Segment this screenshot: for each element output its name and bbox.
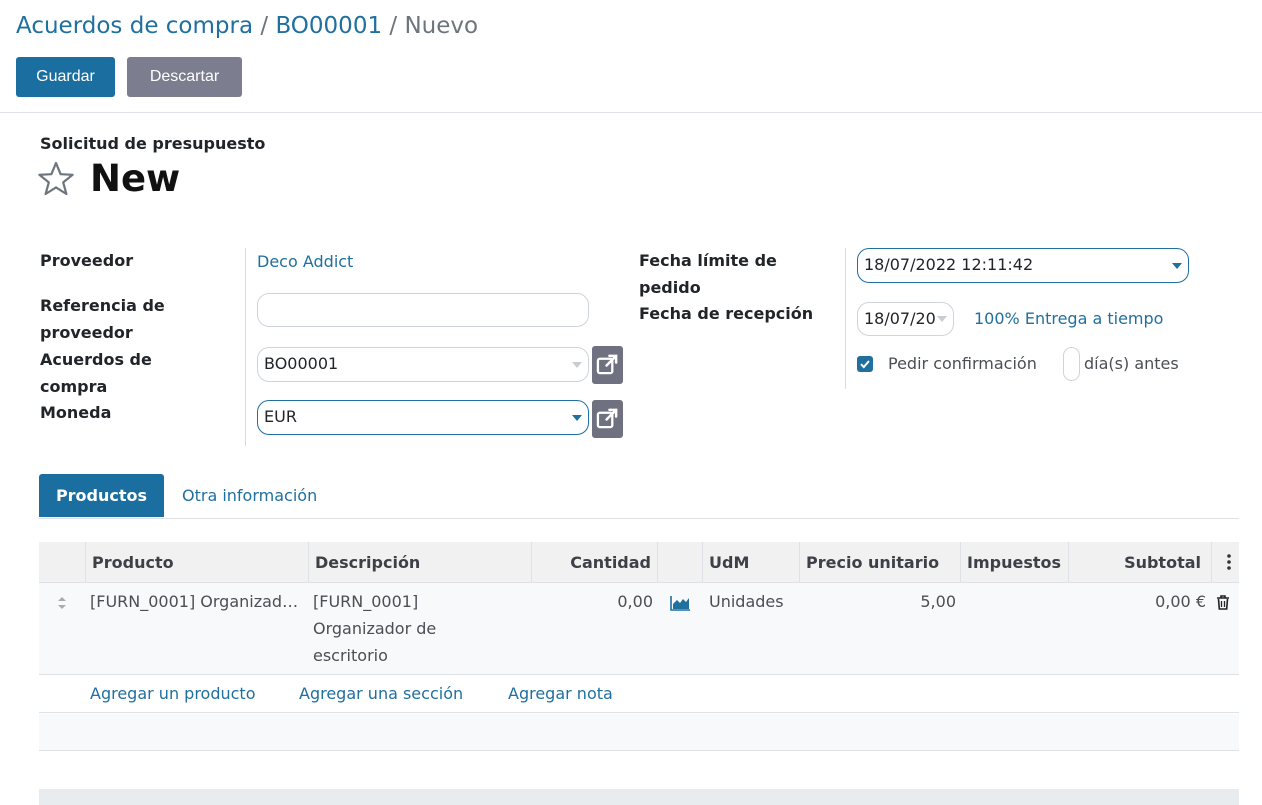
currency-select-value: EUR [264,407,297,426]
breadcrumb: Acuerdos de compra / BO00001 / Nuevo [16,10,478,42]
chevron-down-icon [1172,263,1182,269]
cell-quantity[interactable]: 0,00 [536,588,653,615]
breadcrumb-current: Nuevo [404,13,479,39]
star-icon[interactable] [38,161,74,197]
record-title: New [90,157,181,200]
vendor-ref-input[interactable] [257,293,589,327]
form-subtitle: Solicitud de presupuesto [40,134,266,153]
deadline-date-input[interactable]: 18/07/2022 12:11:42 [857,248,1189,283]
cell-description[interactable]: [FURN_0001] Organizador de escritorio [313,588,525,669]
cell-unit-price[interactable]: 5,00 [804,588,956,615]
cell-description-line: Organizador de [313,619,437,638]
trash-icon[interactable] [1216,595,1230,610]
check-icon [860,360,870,369]
header-uom[interactable]: UdM [703,542,800,583]
tab-underline [39,518,1239,519]
agreement-label-line2: compra [40,377,108,396]
chevron-down-icon [572,415,582,421]
cell-uom[interactable]: Unidades [709,588,799,615]
header-subtotal[interactable]: Subtotal [1069,542,1212,583]
agreement-external-link-button[interactable] [592,346,623,384]
label-separator [845,248,846,389]
drag-handle-icon[interactable] [57,595,67,611]
ask-confirmation-label: Pedir confirmación [888,354,1037,373]
header-taxes[interactable]: Impuestos [961,542,1069,583]
header-product[interactable]: Producto [86,542,309,583]
receipt-date-value: 18/07/20 [864,309,936,328]
breadcrumb-record-link[interactable]: BO00001 [275,13,382,39]
header-quantity[interactable]: Cantidad [532,542,658,583]
on-time-delivery-link[interactable]: 100% Entrega a tiempo [974,305,1163,332]
optional-columns-toggle[interactable] [1212,542,1239,583]
kebab-menu-icon [1227,554,1231,570]
ask-confirmation-checkbox[interactable] [857,356,873,372]
forecast-chart-icon[interactable] [670,595,691,611]
currency-external-link-button[interactable] [592,400,623,438]
table-footer [39,789,1239,805]
header-description[interactable]: Descripción [309,542,532,583]
breadcrumb-separator: / [389,13,398,39]
add-line-row: Agregar un producto Agregar una sección … [39,676,1239,713]
chevron-down-icon [937,316,947,322]
vendor-ref-label-line1: Referencia de [40,296,165,315]
header-forecast [658,542,703,583]
agreement-select-value: BO00001 [264,354,339,373]
header-handle-column [39,542,86,583]
add-product-link[interactable]: Agregar un producto [90,680,256,707]
days-before-input[interactable] [1063,347,1080,381]
currency-label: Moneda [40,403,112,422]
cell-description-line: [FURN_0001] [313,592,419,611]
cell-description-line: escritorio [313,646,388,665]
days-before-label: día(s) antes [1084,354,1179,373]
receipt-label: Fecha de recepción [639,304,814,323]
save-button[interactable]: Guardar [16,57,115,97]
empty-row [39,714,1239,751]
external-link-icon [596,354,618,375]
vendor-label: Proveedor [40,251,134,270]
agreement-select[interactable]: BO00001 [257,347,589,382]
chevron-down-icon [572,362,582,368]
cell-product[interactable]: [FURN_0001] Organizador de escritorio [90,588,302,615]
control-panel-divider [0,112,1262,113]
external-link-icon [596,408,618,429]
deadline-label-line2: pedido [639,278,701,297]
vendor-link[interactable]: Deco Addict [257,248,353,275]
tab-other-info[interactable]: Otra información [182,482,317,509]
currency-select[interactable]: EUR [257,400,589,435]
table-row[interactable]: [FURN_0001] Organizador de escritorio [F… [39,583,1239,675]
tab-products[interactable]: Productos [39,474,164,517]
add-note-link[interactable]: Agregar nota [508,680,613,707]
vendor-ref-label-line2: proveedor [40,323,133,342]
cell-subtotal: 0,00 € [1155,592,1206,611]
breadcrumb-separator: / [260,13,269,39]
table-header: Producto Descripción Cantidad UdM Precio… [39,542,1239,583]
receipt-date-input[interactable]: 18/07/20 [857,302,954,336]
deadline-label-line1: Fecha límite de [639,251,777,270]
label-separator [245,248,246,446]
breadcrumb-parent-link[interactable]: Acuerdos de compra [16,13,253,39]
agreement-label-line1: Acuerdos de [40,350,152,369]
discard-button[interactable]: Descartar [127,57,242,97]
header-unit-price[interactable]: Precio unitario [800,542,961,583]
deadline-date-value: 18/07/2022 12:11:42 [864,255,1034,274]
add-section-link[interactable]: Agregar una sección [299,680,463,707]
